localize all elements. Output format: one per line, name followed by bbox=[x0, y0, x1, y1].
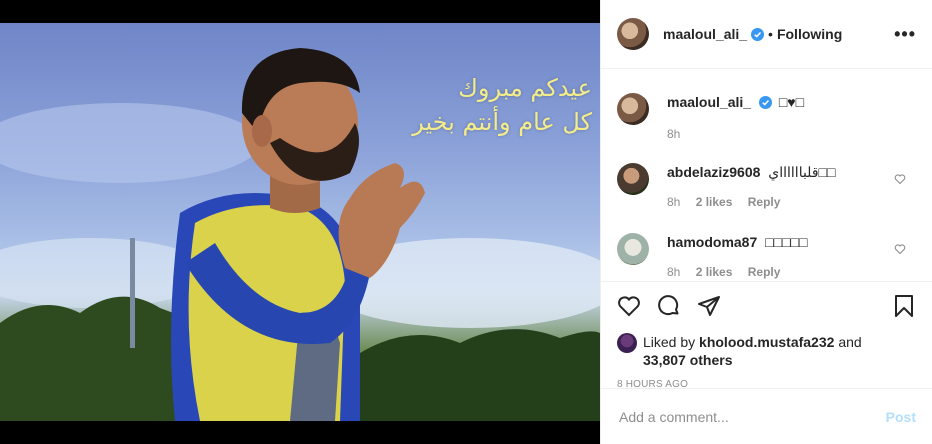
like-heart-icon[interactable] bbox=[617, 294, 641, 318]
author-username[interactable]: maaloul_ali_ bbox=[663, 26, 747, 42]
verified-badge-icon bbox=[751, 27, 765, 41]
likes-summary: Liked by kholood.mustafa232 and 33,807 o… bbox=[617, 333, 916, 369]
caption-item: maaloul_ali_ □♥□ 8h bbox=[617, 93, 916, 143]
post-actions: Liked by kholood.mustafa232 and 33,807 o… bbox=[601, 281, 932, 390]
likes-and: and bbox=[838, 334, 862, 350]
comment-like-heart-icon[interactable] bbox=[894, 243, 906, 255]
post-comment-button[interactable]: Post bbox=[886, 409, 916, 425]
comment-item: abdelaziz9608 قلبااااااي□□ 8h 2 likes Re… bbox=[617, 163, 916, 211]
author-avatar[interactable] bbox=[617, 18, 649, 50]
caption-verified-badge-icon bbox=[758, 96, 772, 109]
comment-reply-button[interactable]: Reply bbox=[748, 265, 781, 279]
comment-time[interactable]: 8h bbox=[667, 195, 680, 209]
comment-body: abdelaziz9608 قلبااااااي□□ 8h 2 likes Re… bbox=[667, 163, 835, 211]
comment-time[interactable]: 8h bbox=[667, 265, 680, 279]
save-bookmark-icon[interactable] bbox=[892, 294, 916, 318]
greeting-overlay-text: عيدكم مبروك كل عام وأنتم بخير bbox=[412, 71, 592, 139]
comment-avatar[interactable] bbox=[617, 163, 649, 195]
following-button[interactable]: Following bbox=[777, 26, 842, 42]
comment-bubble-icon[interactable] bbox=[657, 294, 681, 318]
liker-avatar[interactable] bbox=[617, 333, 637, 353]
comment-text: □□□□□ bbox=[765, 234, 808, 250]
share-send-icon[interactable] bbox=[697, 294, 721, 318]
comment-body: hamodoma87 □□□□□ 8h 2 likes Reply bbox=[667, 233, 807, 281]
caption-body: maaloul_ali_ □♥□ 8h bbox=[667, 93, 804, 143]
post-photo[interactable]: عيدكم مبروك كل عام وأنتم بخير bbox=[0, 23, 600, 421]
more-options-icon[interactable]: ••• bbox=[894, 24, 916, 45]
comment-username[interactable]: abdelaziz9608 bbox=[667, 164, 760, 180]
greeting-line-1: عيدكم مبروك bbox=[458, 74, 592, 102]
comment-reply-button[interactable]: Reply bbox=[748, 195, 781, 209]
instagram-post: عيدكم مبروك كل عام وأنتم بخير maaloul_al… bbox=[0, 0, 932, 444]
add-comment-bar: Post bbox=[601, 388, 932, 444]
likes-others-count[interactable]: 33,807 others bbox=[643, 352, 733, 368]
comment-like-heart-icon[interactable] bbox=[894, 173, 906, 185]
post-media[interactable]: عيدكم مبروك كل عام وأنتم بخير bbox=[0, 0, 600, 444]
greeting-line-2: كل عام وأنتم بخير bbox=[412, 108, 592, 136]
comments-list[interactable]: maaloul_ali_ □♥□ 8h abdelaziz9608 قلبااا… bbox=[601, 69, 932, 281]
action-icons bbox=[617, 290, 916, 322]
comment-avatar[interactable] bbox=[617, 233, 649, 265]
comment-item: hamodoma87 □□□□□ 8h 2 likes Reply bbox=[617, 233, 916, 281]
caption-time[interactable]: 8h bbox=[667, 127, 680, 141]
comment-likes[interactable]: 2 likes bbox=[696, 265, 733, 279]
header-separator: • bbox=[768, 26, 773, 42]
caption-avatar[interactable] bbox=[617, 93, 649, 125]
likes-prefix: Liked by bbox=[643, 334, 696, 350]
comment-input[interactable] bbox=[617, 407, 886, 426]
caption-username[interactable]: maaloul_ali_ bbox=[667, 94, 751, 110]
post-side-panel: maaloul_ali_ • Following ••• maaloul_ali… bbox=[600, 0, 932, 444]
liker-username[interactable]: kholood.mustafa232 bbox=[699, 334, 834, 350]
post-header: maaloul_ali_ • Following ••• bbox=[601, 0, 932, 69]
caption-text: □♥□ bbox=[778, 94, 805, 110]
comment-text: قلبااااااي□□ bbox=[768, 164, 836, 180]
comment-username[interactable]: hamodoma87 bbox=[667, 234, 757, 250]
comment-likes[interactable]: 2 likes bbox=[696, 195, 733, 209]
